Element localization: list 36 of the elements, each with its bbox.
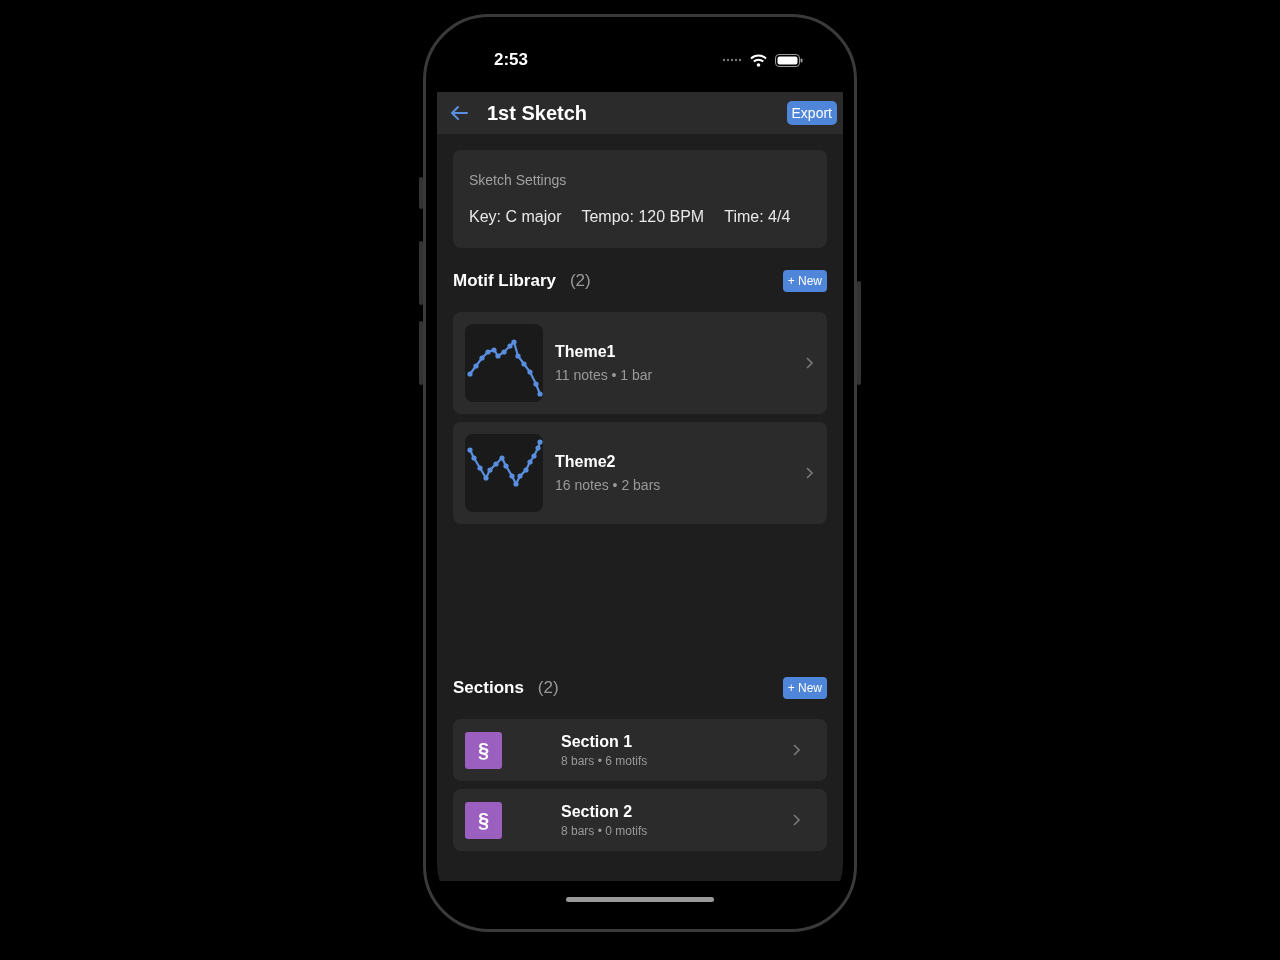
- section-icon: §: [465, 801, 502, 839]
- status-time: 2:53: [494, 50, 529, 70]
- new-button[interactable]: + New: [782, 677, 827, 699]
- wifi-icon: [750, 53, 767, 67]
- chevron-icon: [806, 467, 813, 479]
- motif-row[interactable]: Theme1 11 notes • 1 bar: [453, 312, 827, 414]
- section-heading: Sections: [453, 678, 524, 698]
- section-name: Section 1: [561, 732, 634, 751]
- setting-value: Key: C major: [469, 208, 562, 226]
- settings-title: Sketch Settings: [469, 172, 568, 188]
- signal-icon: [722, 58, 742, 62]
- setting-value: Tempo: 120 BPM: [581, 208, 705, 226]
- motif-details: 11 notes • 1 bar: [555, 367, 654, 383]
- motif-name: Theme2: [555, 453, 617, 471]
- battery-icon: [775, 53, 803, 67]
- export-button[interactable]: Export: [786, 101, 837, 125]
- section-details: 8 bars • 0 motifs: [561, 823, 649, 838]
- back-arrow-icon: [449, 105, 469, 121]
- section-icon: §: [465, 731, 502, 769]
- section-row[interactable]: § Section 1 8 bars • 6 motifs: [453, 719, 827, 781]
- chevron-icon: [806, 357, 813, 369]
- section-details: 8 bars • 6 motifs: [561, 753, 649, 768]
- motif-details: 16 notes • 2 bars: [555, 477, 662, 493]
- section-name: Section 2: [561, 802, 634, 821]
- item-count: (2): [569, 271, 592, 291]
- motif-name: Theme1: [555, 343, 617, 361]
- new-button[interactable]: + New: [782, 270, 827, 292]
- screen-title: 1st Sketch: [487, 101, 589, 125]
- section-heading: Motif Library: [453, 271, 556, 291]
- motif-row[interactable]: Theme2 16 notes • 2 bars: [453, 422, 827, 524]
- item-count: (2): [537, 678, 560, 698]
- chevron-icon: [793, 814, 800, 826]
- section-row[interactable]: § Section 2 8 bars • 0 motifs: [453, 789, 827, 851]
- chevron-icon: [793, 744, 800, 756]
- setting-value: Time: 4/4: [724, 208, 791, 226]
- back-button[interactable]: [449, 105, 469, 121]
